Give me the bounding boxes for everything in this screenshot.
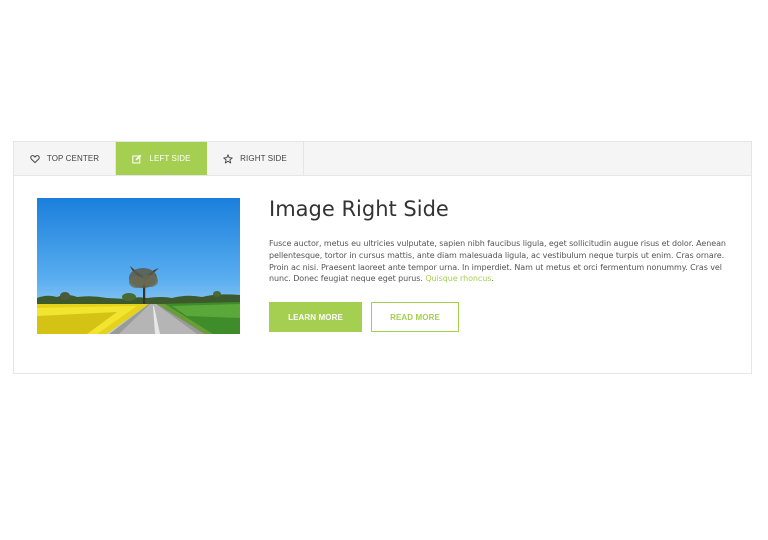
paragraph-text: Fusce auctor, metus eu ultricies vulputa…	[269, 239, 726, 284]
content-heading: Image Right Side	[269, 197, 449, 221]
tab-right-side-label: RIGHT SIDE	[240, 154, 287, 163]
tab-left-side-label: LEFT SIDE	[149, 154, 191, 163]
read-more-button[interactable]: READ MORE	[371, 302, 459, 332]
star-icon	[223, 153, 233, 164]
quisque-rhoncus-link[interactable]: Quisque rhoncus	[425, 274, 491, 283]
tab-bar: TOP CENTER LEFT SIDE RIGHT SIDE	[14, 142, 751, 176]
tab-right-side[interactable]: RIGHT SIDE	[207, 142, 304, 175]
paragraph-suffix: .	[491, 274, 494, 284]
landscape-image	[37, 198, 240, 334]
learn-more-button[interactable]: LEARN MORE	[269, 302, 362, 332]
content-paragraph: Fusce auctor, metus eu ultricies vulputa…	[269, 238, 729, 285]
tab-top-center-label: TOP CENTER	[46, 154, 100, 163]
tab-top-center[interactable]: TOP CENTER	[14, 142, 116, 175]
edit-icon	[132, 154, 142, 164]
tabs-widget: TOP CENTER LEFT SIDE RIGHT SIDE Image Ri…	[13, 141, 752, 374]
heart-icon	[30, 154, 40, 164]
tab-left-side[interactable]: LEFT SIDE	[116, 142, 207, 175]
